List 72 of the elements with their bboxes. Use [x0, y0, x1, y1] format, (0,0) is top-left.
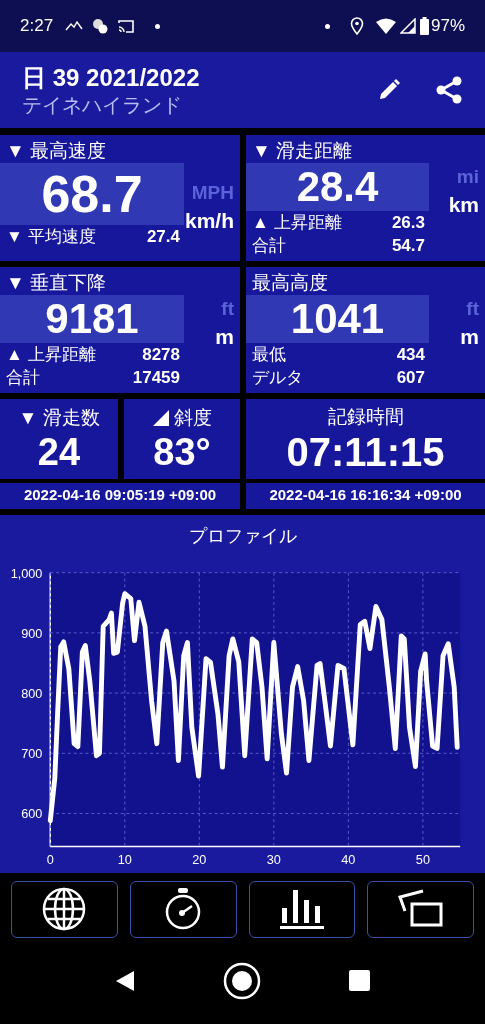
unit-option[interactable]: km	[448, 193, 479, 215]
y-tick-label: 600	[21, 805, 43, 821]
row-label: 合計	[6, 366, 40, 389]
stopwatch-button[interactable]	[129, 880, 237, 938]
pencil-icon	[377, 78, 401, 102]
x-tick-label: 0	[46, 851, 54, 867]
panel-label: 最高高度	[251, 270, 329, 295]
bar-chart-icon	[279, 888, 324, 930]
mountain-icon	[65, 21, 84, 31]
wifi-icon	[375, 18, 396, 34]
row-value: 26.3	[391, 211, 425, 234]
location-icon	[349, 17, 364, 35]
y-tick-label: 1,000	[10, 565, 43, 581]
y-tick-label: 900	[21, 625, 43, 641]
bar-chart-button[interactable]	[248, 880, 356, 938]
header-title: 日 39 2021/2022	[22, 62, 201, 93]
x-tick-label: 40	[341, 851, 356, 867]
stat-value: 1041	[290, 297, 385, 340]
tile-label: 記録時間	[327, 404, 404, 429]
unit-option[interactable]: m	[215, 325, 234, 347]
back-icon[interactable]	[115, 969, 135, 992]
tile-value: 07:11:15	[286, 432, 445, 473]
battery-icon	[419, 17, 429, 35]
battery-percent: 97%	[430, 15, 465, 38]
share-icon	[436, 76, 462, 104]
signal-icon	[399, 18, 416, 34]
header-subtitle: テイネハイランド	[22, 92, 183, 118]
row-label: デルタ	[252, 366, 303, 389]
row-value: 434	[396, 343, 425, 366]
rotate-screen-button[interactable]	[367, 880, 474, 938]
unit-option[interactable]: m	[460, 325, 479, 347]
dot-icon	[155, 23, 161, 29]
y-tick-label: 800	[21, 685, 43, 701]
tile-value: 83°	[153, 433, 211, 472]
timestamp: 2022-04-16 09:05:19 +09:00	[0, 482, 240, 509]
tile-value: 24	[37, 433, 81, 472]
status-time: 2:27	[20, 15, 54, 38]
panel-label: ▼ 垂直下降	[5, 270, 108, 295]
x-tick-label: 10	[117, 851, 132, 867]
tile-label: ▼ 滑走数	[18, 405, 100, 430]
slope-icon	[152, 408, 170, 427]
row-label: 最低	[252, 343, 286, 366]
panel-label: ▼ 最高速度	[5, 139, 108, 163]
x-tick-label: 50	[415, 851, 430, 867]
recents-icon[interactable]	[349, 970, 370, 992]
globe-button[interactable]	[11, 880, 118, 938]
row-label: 合計	[252, 234, 286, 257]
dot-icon	[324, 23, 330, 29]
stat-value: 9181	[45, 297, 139, 340]
row-label: ▲ 上昇距離	[252, 211, 342, 234]
chart-title: プロファイル	[187, 524, 298, 548]
row-value: 17459	[132, 366, 180, 389]
row-label: ▲ 上昇距離	[6, 343, 96, 366]
weather-icon	[91, 18, 110, 34]
row-value: 27.4	[146, 225, 180, 248]
row-value: 54.7	[391, 234, 425, 257]
row-value: 8278	[142, 343, 180, 366]
x-tick-label: 20	[192, 851, 207, 867]
cast-icon	[117, 18, 136, 34]
globe-icon	[42, 887, 87, 931]
x-tick-label: 30	[266, 851, 281, 867]
rotate-screen-icon	[397, 889, 444, 929]
stat-value: 28.4	[296, 165, 379, 208]
home-icon[interactable]	[223, 961, 261, 1000]
tile-label: 斜度	[174, 405, 212, 430]
row-value: 607	[396, 366, 425, 389]
row-label: ▼ 平均速度	[6, 225, 96, 248]
unit-option[interactable]: km/h	[185, 209, 234, 231]
timestamp: 2022-04-16 16:16:34 +09:00	[246, 482, 485, 509]
stat-value: 68.7	[41, 167, 143, 220]
y-tick-label: 700	[21, 745, 43, 761]
panel-label: ▼ 滑走距離	[251, 139, 354, 163]
